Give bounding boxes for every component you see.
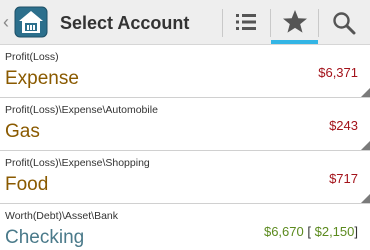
select-account-screen: ‹ Select Account Profit(Loss) Expense $6… (0, 0, 370, 250)
account-row[interactable]: Profit(Loss)\Expense\Automobile Gas $243 (0, 98, 370, 151)
account-row[interactable]: Worth(Debt)\Asset\Bank Checking $6,670 [… (0, 204, 370, 250)
account-row[interactable]: Profit(Loss) Expense $6,371 (0, 45, 370, 98)
list-icon (236, 14, 256, 30)
favorites-tab[interactable] (271, 0, 318, 44)
search-icon (333, 12, 356, 35)
account-path: Worth(Debt)\Asset\Bank (5, 210, 119, 222)
account-balance-primary: $6,670 (263, 224, 304, 239)
account-name: Food (5, 174, 49, 195)
list-view-button[interactable] (223, 0, 270, 44)
account-name: Checking (5, 227, 85, 248)
up-navigation-button[interactable]: ‹ (0, 0, 55, 44)
account-balance: $6,371 (318, 65, 358, 80)
selected-tab-indicator (271, 40, 318, 44)
account-path: Profit(Loss)\Expense\Shopping (5, 157, 150, 169)
row-corner-indicator (361, 194, 370, 203)
account-row[interactable]: Profit(Loss)\Expense\Shopping Food $717 (0, 151, 370, 204)
page-title: Select Account (60, 13, 190, 33)
account-balance: $243 (329, 118, 358, 133)
bracket-close: ] (354, 224, 358, 239)
star-icon (283, 10, 307, 33)
account-name: Expense (5, 68, 79, 89)
account-path: Profit(Loss) (5, 51, 59, 63)
account-path: Profit(Loss)\Expense\Automobile (5, 104, 158, 116)
account-list: Profit(Loss) Expense $6,371 Profit(Loss)… (0, 45, 370, 250)
row-corner-indicator (361, 141, 370, 150)
account-balance: $717 (329, 171, 358, 186)
account-balance-secondary: $2,150 (314, 224, 355, 239)
account-name: Gas (5, 121, 40, 142)
account-balance: $6,670 [ $2,150] (264, 224, 358, 239)
row-corner-indicator (361, 88, 370, 97)
search-button[interactable] (319, 0, 370, 44)
chevron-left-icon: ‹ (3, 12, 9, 32)
house-app-icon (14, 6, 48, 38)
action-bar: ‹ Select Account (0, 0, 370, 45)
bracket-open: [ (307, 224, 311, 239)
